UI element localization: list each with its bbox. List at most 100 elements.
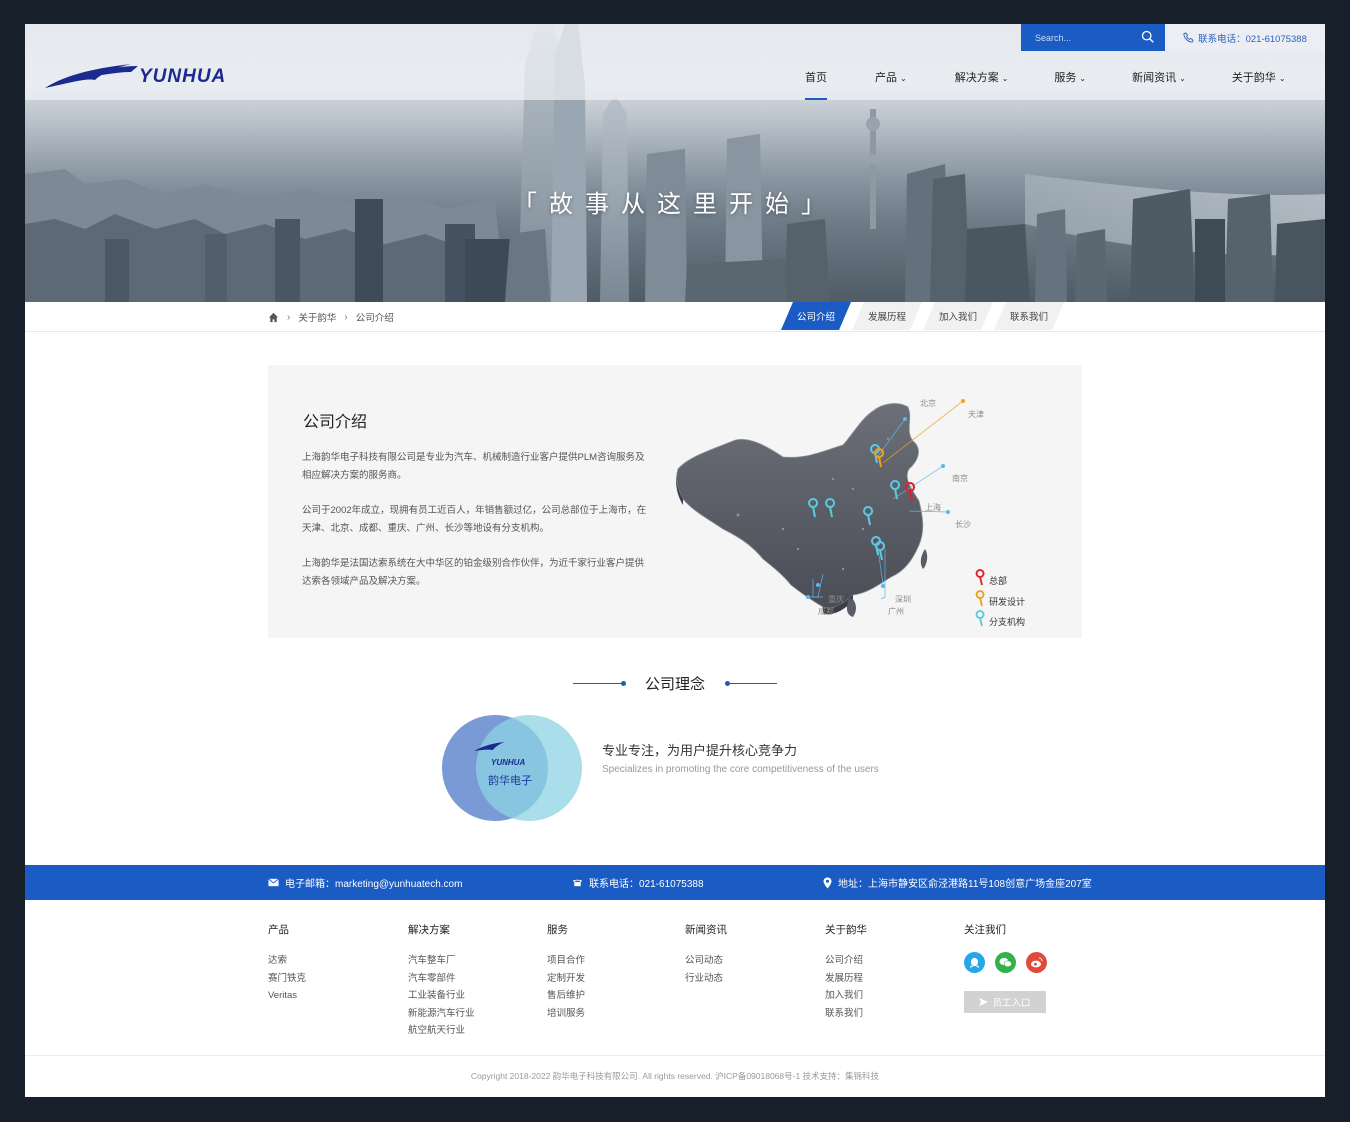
social-links [964,952,1047,973]
philosophy-headline: 专业专注，为用户提升核心竞争力 [602,743,798,758]
venn-logo-text: YUNHUA [491,758,525,767]
footer-col-title: 关注我们 [964,924,1006,936]
chevron-right-icon: › [344,311,348,323]
footer-link[interactable]: 达索 [268,952,306,970]
venn-label: 韵华电子 [488,773,532,787]
footer-link[interactable]: 汽车整车厂 [408,952,475,970]
footer-col-title: 服务 [547,924,568,936]
map-city-label: 长沙 [955,519,971,529]
footer-link[interactable]: 新能源汽车行业 [408,1005,475,1023]
home-icon[interactable] [268,312,279,323]
footer-col-about: 关于韵华 公司介绍 发展历程 加入我们 联系我们 [825,922,867,1022]
header-phone: 联系电话：021-61075388 [1165,24,1325,51]
map-legend: 总部 研发设计 分支机构 [975,569,1025,627]
footer-link[interactable]: 公司介绍 [825,952,867,970]
map-city-label: 天津 [968,409,984,419]
nav-about[interactable]: 关于韵华 ⌄ [1232,64,1286,100]
footer-link[interactable]: 售后维护 [547,987,585,1005]
nav-label: 产品 [875,72,897,84]
footer-col-products: 产品 达索 赛门铁克 Veritas [268,922,306,1005]
search-icon[interactable] [1141,30,1155,44]
tab-contact-us[interactable]: 联系我们 [994,302,1064,330]
contact-strip: 电子邮箱：marketing@yunhuatech.com 联系电话：021-6… [25,865,1325,900]
footer-col-solutions: 解决方案 汽车整车厂 汽车零部件 工业装备行业 新能源汽车行业 航空航天行业 [408,922,475,1040]
footer-link[interactable]: 赛门铁克 [268,970,306,988]
breadcrumb: › 关于韵华 › 公司介绍 [268,302,394,332]
copyright: Copyright 2018-2022 韵华电子科技有限公司. All righ… [470,1071,880,1081]
chevron-down-icon: ⌄ [1001,74,1009,83]
wechat-icon[interactable] [995,952,1016,973]
footer-link[interactable]: 加入我们 [825,987,867,1005]
footer-link[interactable]: 培训服务 [547,1005,585,1023]
header-phone-text: 联系电话：021-61075388 [1198,33,1307,45]
qq-icon[interactable] [964,952,985,973]
sub-tabs: 公司介绍 发展历程 加入我们 联系我们 [781,302,1065,332]
contact-address-text: 地址：上海市静安区俞泾港路11号108创意广场金座207室 [838,879,1092,890]
nav-label: 关于韵华 [1231,72,1276,84]
chevron-down-icon: ⌄ [900,74,907,83]
footer-link[interactable]: Veritas [268,987,306,1005]
legend-label: 总部 [989,575,1007,586]
footer-col-title: 解决方案 [408,924,450,936]
location-pin-icon [975,610,985,627]
footer-col-services: 服务 项目合作 定制开发 售后维护 培训服务 [547,922,585,1022]
nav-solutions[interactable]: 解决方案 ⌄ [955,64,1009,100]
footer-link[interactable]: 航空航天行业 [408,1022,475,1040]
chevron-down-icon: ⌄ [1278,74,1286,83]
location-pin-icon [975,590,985,607]
footer-link[interactable]: 项目合作 [547,952,585,970]
footer-link[interactable]: 行业动态 [685,970,727,988]
legend-label: 研发设计 [989,596,1025,607]
company-intro-panel: 公司介绍 上海韵华电子科技有限公司是专业为汽车、机械制造行业客户提供PLM咨询服… [268,365,1082,638]
breadcrumb-item[interactable]: 公司介绍 [356,310,394,324]
location-pin-icon [975,569,985,586]
contact-email[interactable]: 电子邮箱：marketing@yunhuatech.com [268,865,462,900]
staff-portal-button[interactable]: 员工入口 [964,991,1046,1013]
footer-link[interactable]: 工业装备行业 [408,987,475,1005]
map-city-label: 北京 [920,398,936,408]
nav-label: 解决方案 [954,72,999,84]
main-nav: 首页 产品 ⌄ 解决方案 ⌄ 服务 ⌄ 新闻资讯 ⌄ 关于韵华 ⌄ [805,64,1286,100]
nav-services[interactable]: 服务 ⌄ [1054,64,1086,100]
weibo-icon[interactable] [1026,952,1047,973]
map-city-label: 重庆 [828,594,844,604]
footer-col-title: 关于韵华 [825,924,867,936]
philosophy-subline: Specializes in promoting the core compet… [602,764,879,775]
nav-products[interactable]: 产品 ⌄ [875,64,907,100]
map-city-label: 成都 [818,606,834,616]
intro-paragraph: 公司于2002年成立，现拥有员工近百人，年销售额过亿，公司总部位于上海市，在天津… [302,505,647,534]
map-city-label: 深圳 [895,594,911,604]
tab-history[interactable]: 发展历程 [852,302,922,330]
hero-banner: 联系电话：021-61075388 YUNHUA 首页 产品⌄ 解决方案⌄ 服务… [25,24,1325,302]
tab-company-intro[interactable]: 公司介绍 [781,302,851,330]
logo-text: YUNHUA [139,66,226,87]
philosophy-heading: 公司理念 [573,672,777,696]
nav-home[interactable]: 首页 [805,64,827,100]
footer-col-news: 新闻资讯 公司动态 行业动态 [685,922,727,987]
phone-icon [1183,32,1194,43]
nav-label: 首页 [805,72,827,84]
search-box[interactable] [1021,24,1165,51]
china-branch-map: 北京 天津 南京 上海 长沙 深圳 广州 重庆 成都 总部 研发设计 分支机构 [676,398,1025,627]
intro-paragraph: 上海韵华是法国达索系统在大中华区的铂金级别合作伙伴，为近千家行业客户提供达索各领… [302,558,645,587]
divider [727,683,777,684]
footer-link[interactable]: 公司动态 [685,952,727,970]
contact-address: 地址：上海市静安区俞泾港路11号108创意广场金座207室 [823,865,1092,900]
contact-phone-text: 联系电话：021-61075388 [589,879,704,890]
tab-join-us[interactable]: 加入我们 [923,302,993,330]
search-input[interactable] [1035,32,1135,43]
footer-link[interactable]: 汽车零部件 [408,970,475,988]
yunhua-logo[interactable]: YUNHUA [43,58,253,94]
footer-link[interactable]: 定制开发 [547,970,585,988]
nav-news[interactable]: 新闻资讯 ⌄ [1132,64,1186,100]
contact-phone: 联系电话：021-61075388 [572,865,704,900]
legend-label: 分支机构 [989,616,1025,627]
chevron-down-icon: ⌄ [1079,74,1087,83]
phone-icon [572,879,583,887]
nav-label: 新闻资讯 [1132,72,1177,84]
send-icon [979,998,989,1006]
footer-link[interactable]: 发展历程 [825,970,867,988]
mail-icon [268,878,279,887]
breadcrumb-item[interactable]: 关于韵华 [298,310,336,324]
footer-link[interactable]: 联系我们 [825,1005,867,1023]
